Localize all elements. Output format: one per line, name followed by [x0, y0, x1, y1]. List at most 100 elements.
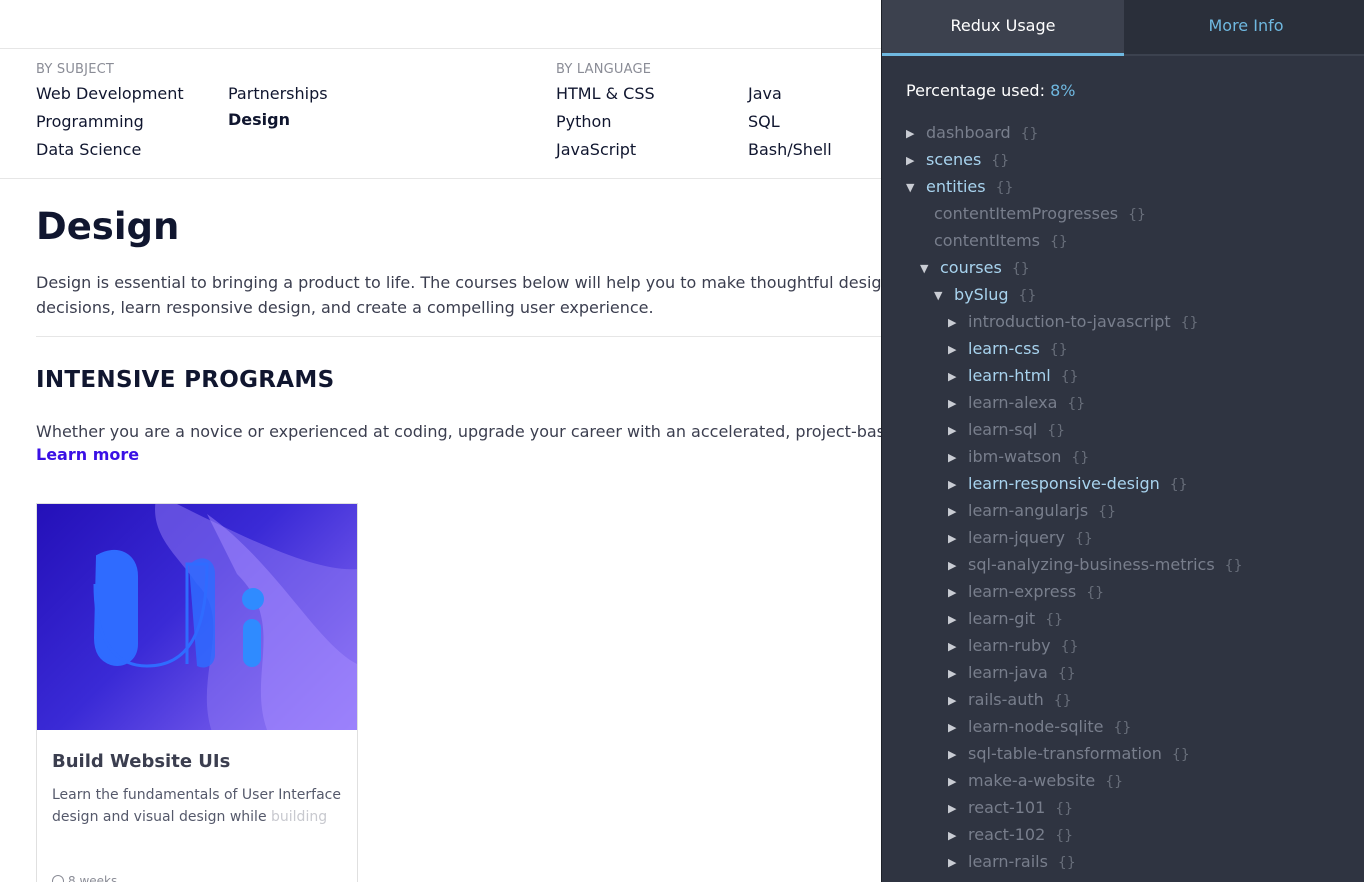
caret-right-icon[interactable]: ▶ — [948, 336, 962, 363]
percentage-used: Percentage used: 8% — [906, 81, 1075, 100]
tree-row[interactable]: ▼ bySlug {} — [934, 281, 1036, 308]
course-card-duration: 8 weeks — [52, 874, 117, 882]
caret-right-icon[interactable]: ▶ — [948, 471, 962, 498]
object-braces: {} — [1057, 855, 1076, 871]
caret-right-icon[interactable]: ▶ — [948, 714, 962, 741]
tree-row[interactable]: ▶ learn-angularjs {} — [948, 497, 1116, 524]
main-page: BY SUBJECT Web Development Programming D… — [0, 0, 881, 882]
tree-key: learn-java — [968, 663, 1048, 682]
subject-link-design[interactable]: Design — [228, 110, 290, 129]
tree-row[interactable]: ▶ learn-responsive-design {} — [948, 470, 1188, 497]
tree-row[interactable]: ▶ learn-sql {} — [948, 416, 1065, 443]
object-braces: {} — [1128, 207, 1146, 223]
caret-right-icon[interactable]: ▶ — [948, 363, 962, 390]
tree-row[interactable]: ▶ learn-ruby {} — [948, 632, 1078, 659]
tree-row[interactable]: ▶ make-a-website {} — [948, 767, 1123, 794]
caret-right-icon[interactable]: ▶ — [906, 120, 920, 147]
tree-row[interactable]: ▶ react-101 {} — [948, 794, 1073, 821]
tree-row[interactable]: ▶ learn-alexa {} — [948, 389, 1085, 416]
language-link-javascript[interactable]: JavaScript — [556, 140, 636, 159]
tree-row[interactable]: ▶ sql-table-transformation {} — [948, 740, 1190, 767]
caret-right-icon[interactable]: ▶ — [948, 741, 962, 768]
tree-row[interactable]: ▶ learn-git {} — [948, 605, 1063, 632]
tree-row[interactable]: ▶ scenes {} — [906, 146, 1009, 173]
tree-key: learn-rails — [968, 852, 1048, 871]
subject-link-data-science[interactable]: Data Science — [36, 140, 141, 159]
tree-row[interactable]: ▶ learn-html {} — [948, 362, 1079, 389]
object-braces: {} — [1071, 450, 1090, 466]
tree-row[interactable]: ▶ learn-jquery {} — [948, 524, 1093, 551]
tree-key: learn-html — [968, 366, 1051, 385]
tree-key: make-a-website — [968, 771, 1096, 790]
page-description: Design is essential to bringing a produc… — [36, 273, 881, 317]
caret-right-icon[interactable]: ▶ — [948, 795, 962, 822]
object-braces: {} — [1171, 747, 1190, 763]
tree-row[interactable]: ▶ learn-express {} — [948, 578, 1104, 605]
tree-key: learn-node-sqlite — [968, 717, 1104, 736]
panel-tabs: Redux Usage More Info — [882, 0, 1364, 56]
tree-row[interactable]: ▶ learn-rails {} — [948, 848, 1076, 875]
tree-row[interactable]: ▶ learn-css {} — [948, 335, 1068, 362]
caret-right-icon[interactable]: ▶ — [906, 147, 920, 174]
learn-more-link[interactable]: Learn more — [36, 445, 139, 464]
object-braces: {} — [995, 180, 1014, 196]
object-braces: {} — [1050, 234, 1068, 250]
language-link-sql[interactable]: SQL — [748, 112, 780, 131]
tree-row: contentItemProgresses {} — [934, 200, 1146, 227]
object-braces: {} — [1045, 612, 1064, 628]
tree-row[interactable]: ▼ entities {} — [906, 173, 1013, 200]
caret-right-icon[interactable]: ▶ — [948, 498, 962, 525]
course-card[interactable]: Build Website UIs Learn the fundamentals… — [36, 503, 358, 882]
caret-right-icon[interactable]: ▶ — [948, 849, 962, 876]
caret-right-icon[interactable]: ▶ — [948, 390, 962, 417]
tree-key: ibm-watson — [968, 447, 1062, 466]
tree-key: sql-analyzing-business-metrics — [968, 555, 1215, 574]
subject-link-web-development[interactable]: Web Development — [36, 84, 184, 103]
tree-row[interactable]: ▶ introduction-to-javascript {} — [948, 308, 1198, 335]
object-braces: {} — [1020, 126, 1039, 142]
caret-right-icon[interactable]: ▶ — [948, 822, 962, 849]
tree-row[interactable]: ▶ dashboard {} — [906, 119, 1038, 146]
tree-row[interactable]: ▶ ibm-watson {} — [948, 443, 1089, 470]
subject-link-programming[interactable]: Programming — [36, 112, 144, 131]
caret-right-icon[interactable]: ▶ — [948, 309, 962, 336]
language-link-java[interactable]: Java — [748, 84, 782, 103]
caret-right-icon[interactable]: ▶ — [948, 633, 962, 660]
object-braces: {} — [1113, 720, 1132, 736]
tab-more-info[interactable]: More Info — [1125, 0, 1364, 56]
caret-right-icon[interactable]: ▶ — [948, 687, 962, 714]
caret-down-icon[interactable]: ▼ — [906, 174, 920, 201]
divider — [36, 336, 881, 337]
caret-right-icon[interactable]: ▶ — [948, 579, 962, 606]
catalog-nav: BY SUBJECT Web Development Programming D… — [0, 49, 881, 179]
object-braces: {} — [1074, 531, 1093, 547]
object-braces: {} — [1047, 423, 1066, 439]
caret-right-icon[interactable]: ▶ — [948, 417, 962, 444]
tree-row[interactable]: ▶ sql-analyzing-business-metrics {} — [948, 551, 1242, 578]
course-card-description: Learn the fundamentals of User Interface… — [52, 784, 342, 828]
caret-down-icon[interactable]: ▼ — [920, 255, 934, 282]
object-braces: {} — [1180, 315, 1199, 331]
tree-row[interactable]: ▶ learn-node-sqlite {} — [948, 713, 1131, 740]
tab-redux-usage[interactable]: Redux Usage — [882, 0, 1124, 56]
tree-row[interactable]: ▶ react-102 {} — [948, 821, 1073, 848]
caret-down-icon[interactable]: ▼ — [934, 282, 948, 309]
language-link-python[interactable]: Python — [556, 112, 611, 131]
tree-row[interactable]: ▶ rails-auth {} — [948, 686, 1072, 713]
tree-row[interactable]: ▶ learn-java {} — [948, 659, 1076, 686]
object-braces: {} — [991, 153, 1010, 169]
language-link-html-css[interactable]: HTML & CSS — [556, 84, 655, 103]
page-title: Design — [36, 205, 180, 248]
subject-link-partnerships[interactable]: Partnerships — [228, 84, 328, 103]
caret-right-icon[interactable]: ▶ — [948, 552, 962, 579]
caret-right-icon[interactable]: ▶ — [948, 660, 962, 687]
tree-row[interactable]: ▼ courses {} — [920, 254, 1030, 281]
object-braces: {} — [1067, 396, 1086, 412]
caret-right-icon[interactable]: ▶ — [948, 444, 962, 471]
caret-right-icon[interactable]: ▶ — [948, 606, 962, 633]
caret-right-icon[interactable]: ▶ — [948, 768, 962, 795]
object-braces: {} — [1053, 693, 1072, 709]
course-card-duration-text: 8 weeks — [68, 874, 118, 882]
caret-right-icon[interactable]: ▶ — [948, 525, 962, 552]
language-link-bash-shell[interactable]: Bash/Shell — [748, 140, 832, 159]
